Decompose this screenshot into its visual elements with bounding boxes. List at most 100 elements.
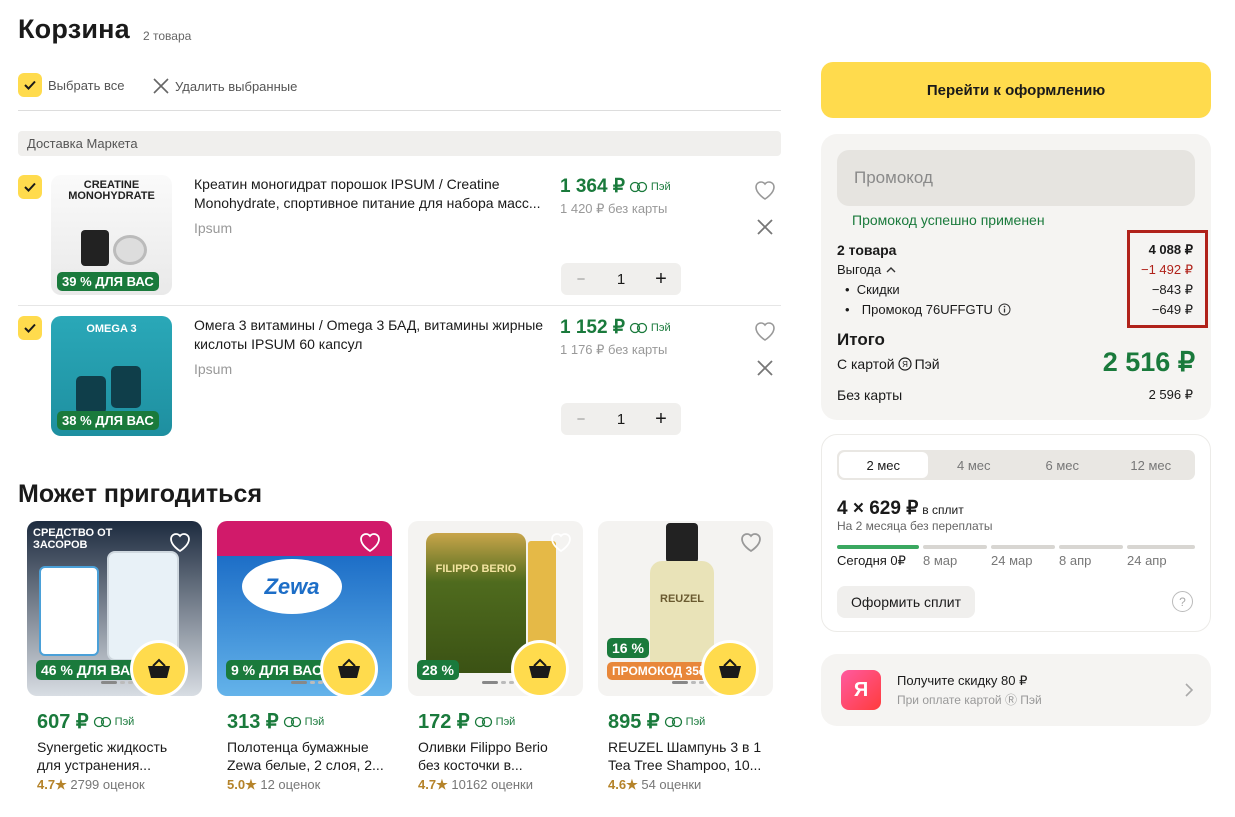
quantity-stepper[interactable]: − 1 + bbox=[561, 403, 681, 435]
quantity-stepper[interactable]: − 1 + bbox=[561, 263, 681, 295]
pay-logo-icon bbox=[283, 716, 301, 727]
tab-12-months[interactable]: 12 мес bbox=[1107, 458, 1196, 473]
remove-item-icon[interactable] bbox=[756, 218, 774, 236]
heart-icon[interactable] bbox=[739, 531, 763, 553]
product-card-name[interactable]: Оливки Filippo Berio без косточки в... bbox=[418, 738, 583, 774]
add-to-cart-button[interactable] bbox=[130, 640, 188, 696]
select-all-checkbox[interactable] bbox=[18, 73, 42, 97]
heart-icon[interactable] bbox=[168, 531, 192, 553]
select-all-label[interactable]: Выбрать все bbox=[48, 78, 124, 93]
schedule-date: 24 апр bbox=[1127, 553, 1167, 568]
page-title: Корзина bbox=[18, 14, 130, 44]
basket-icon bbox=[529, 658, 551, 678]
item-checkbox[interactable] bbox=[18, 175, 42, 199]
goods-label: 2 товара bbox=[837, 242, 897, 258]
promocode-label: • Промокод 76UFFGTU bbox=[845, 302, 1011, 317]
product-card[interactable]: FILIPPO BERIO 28 % 172 ₽ Пэй Оливки Filip… bbox=[408, 521, 583, 793]
nocard-total-value: 2 596 ₽ bbox=[1148, 387, 1193, 402]
tab-2-months[interactable]: 2 мес bbox=[839, 452, 928, 478]
plus-button[interactable]: + bbox=[651, 268, 671, 291]
schedule-date: 8 апр bbox=[1059, 553, 1092, 568]
product-brand[interactable]: Ipsum bbox=[194, 361, 232, 377]
product-image-text: FILIPPO BERIO bbox=[435, 563, 517, 575]
product-card-name[interactable]: Synergetic жидкость для устранения... bbox=[37, 738, 202, 774]
split-progress-segment bbox=[1127, 545, 1195, 549]
product-card-price: 172 ₽ Пэй bbox=[418, 711, 516, 733]
info-icon[interactable] bbox=[998, 303, 1011, 316]
quantity-value: 1 bbox=[616, 270, 626, 288]
help-icon[interactable]: ? bbox=[1172, 591, 1193, 612]
product-brand[interactable]: Ipsum bbox=[194, 220, 232, 236]
product-card-image[interactable]: REUZEL 16 % ПРОМОКОД 35₽ bbox=[598, 521, 773, 696]
chevron-right-icon bbox=[1185, 683, 1193, 697]
promo-input[interactable]: Промокод bbox=[837, 150, 1195, 206]
plus-button[interactable]: + bbox=[651, 408, 671, 431]
split-progress-segment bbox=[837, 545, 919, 549]
section-title: Может пригодиться bbox=[18, 480, 263, 508]
check-icon bbox=[24, 80, 36, 90]
cart-count: 2 товара bbox=[143, 29, 192, 43]
product-image-text: REUZEL bbox=[660, 593, 704, 605]
heart-icon[interactable] bbox=[753, 179, 777, 201]
product-image-text: CREATINE MONOHYDRATE bbox=[68, 179, 155, 202]
schedule-today: Сегодня 0₽ bbox=[837, 553, 906, 568]
product-card[interactable]: REUZEL 16 % ПРОМОКОД 35₽ 895 ₽ Пэй REUZEL… bbox=[598, 521, 773, 793]
item-checkbox[interactable] bbox=[18, 316, 42, 340]
product-card-image[interactable]: Zewa 9 % ДЛЯ ВАС bbox=[217, 521, 392, 696]
split-checkout-button[interactable]: Оформить сплит bbox=[837, 586, 976, 618]
basket-icon bbox=[148, 658, 170, 678]
add-to-cart-button[interactable] bbox=[511, 640, 569, 696]
product-name[interactable]: Омега 3 витамины / Omega 3 БАД, витамины… bbox=[194, 316, 556, 354]
heart-icon[interactable] bbox=[753, 320, 777, 342]
product-card[interactable]: СРЕДСТВО ОТ ЗАСОРОВ 46 % ДЛЯ ВАС 607 ₽ Пэ… bbox=[27, 521, 202, 793]
discount-badge: 46 % ДЛЯ ВАС bbox=[36, 660, 145, 680]
product-card[interactable]: Zewa 9 % ДЛЯ ВАС 313 ₽ Пэй Полотенца бума… bbox=[217, 521, 392, 793]
check-icon bbox=[24, 323, 36, 333]
svg-text:Я: Я bbox=[902, 360, 908, 369]
discount-badge: 28 % bbox=[417, 660, 459, 680]
product-price: 1 364 ₽ Пэй bbox=[560, 175, 671, 198]
price-value: 1 364 ₽ bbox=[560, 176, 625, 197]
product-card-rating: 5.0★ 12 оценок bbox=[227, 777, 321, 792]
benefit-toggle[interactable]: Выгода bbox=[837, 262, 896, 277]
remove-item-icon[interactable] bbox=[756, 359, 774, 377]
card-total-label: С картой Я Пэй bbox=[837, 356, 940, 372]
pay-logo-icon bbox=[474, 716, 492, 727]
heart-icon[interactable] bbox=[358, 531, 382, 553]
split-period-tabs[interactable]: 2 мес 4 мес 6 мес 12 мес bbox=[837, 450, 1195, 480]
delete-selected-button[interactable]: Удалить выбранные bbox=[175, 79, 297, 94]
product-card-image[interactable]: FILIPPO BERIO 28 % bbox=[408, 521, 583, 696]
heart-icon[interactable] bbox=[549, 531, 573, 553]
tab-6-months[interactable]: 6 мес bbox=[1018, 458, 1107, 473]
add-to-cart-button[interactable] bbox=[320, 640, 378, 696]
product-card-name[interactable]: Полотенца бумажные Zewa белые, 2 слоя, 2.… bbox=[227, 738, 392, 774]
product-name[interactable]: Креатин моногидрат порошок IPSUM / Creat… bbox=[194, 175, 556, 213]
discounts-label: • Скидки bbox=[845, 282, 900, 297]
product-card-image[interactable]: СРЕДСТВО ОТ ЗАСОРОВ 46 % ДЛЯ ВАС bbox=[27, 521, 202, 696]
highlight-box bbox=[1127, 230, 1208, 328]
basket-icon bbox=[719, 658, 741, 678]
product-card-name[interactable]: REUZEL Шампунь 3 в 1 Tea Tree Shampoo, 10… bbox=[608, 738, 773, 774]
add-to-cart-button[interactable] bbox=[701, 640, 759, 696]
product-card-price: 895 ₽ Пэй bbox=[608, 711, 706, 733]
minus-button[interactable]: − bbox=[571, 271, 591, 288]
check-icon bbox=[24, 182, 36, 192]
minus-button[interactable]: − bbox=[571, 411, 591, 428]
product-card-price: 607 ₽ Пэй bbox=[37, 711, 135, 733]
product-card-rating: 4.7★ 10162 оценки bbox=[418, 777, 534, 792]
carousel-dots bbox=[672, 681, 704, 684]
product-image-text: Zewa bbox=[242, 559, 342, 614]
product-image-omega[interactable]: OMEGA 3 38 % ДЛЯ ВАС bbox=[51, 316, 172, 436]
carousel-dots bbox=[482, 681, 514, 684]
schedule-date: 8 мар bbox=[923, 553, 958, 568]
checkout-button[interactable]: Перейти к оформлению bbox=[821, 62, 1211, 118]
split-amount: 4 × 629 ₽ в сплит bbox=[837, 498, 964, 519]
discount-badge: 9 % ДЛЯ ВАС bbox=[226, 660, 328, 680]
chevron-up-icon bbox=[886, 266, 896, 272]
close-icon[interactable] bbox=[152, 77, 170, 95]
card-promo-banner[interactable]: Я Получите скидку 80 ₽ При оплате картой… bbox=[821, 654, 1211, 726]
split-progress-segment bbox=[1059, 545, 1123, 549]
tab-4-months[interactable]: 4 мес bbox=[930, 458, 1019, 473]
product-image-creatine[interactable]: CREATINE MONOHYDRATE 39 % ДЛЯ ВАС bbox=[51, 175, 172, 295]
total-label: Итого bbox=[837, 330, 885, 349]
